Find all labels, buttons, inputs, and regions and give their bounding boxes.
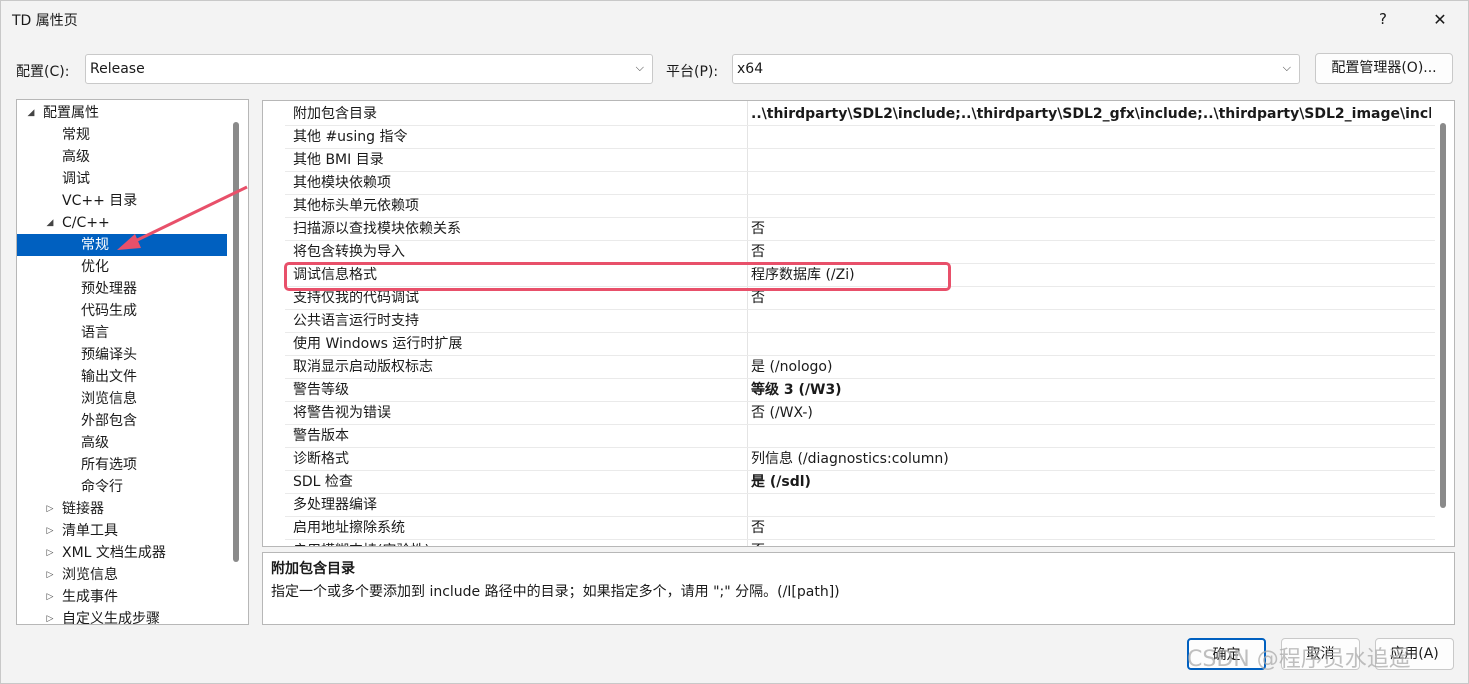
watermark: CSDN @程序员水追遥 xyxy=(1187,647,1411,672)
property-dialog: TD 属性页 ? ✕ 配置(C): Release ⌵ 平台(P): x64 ⌵… xyxy=(0,0,1469,684)
annotation-arrow-icon xyxy=(117,185,248,250)
